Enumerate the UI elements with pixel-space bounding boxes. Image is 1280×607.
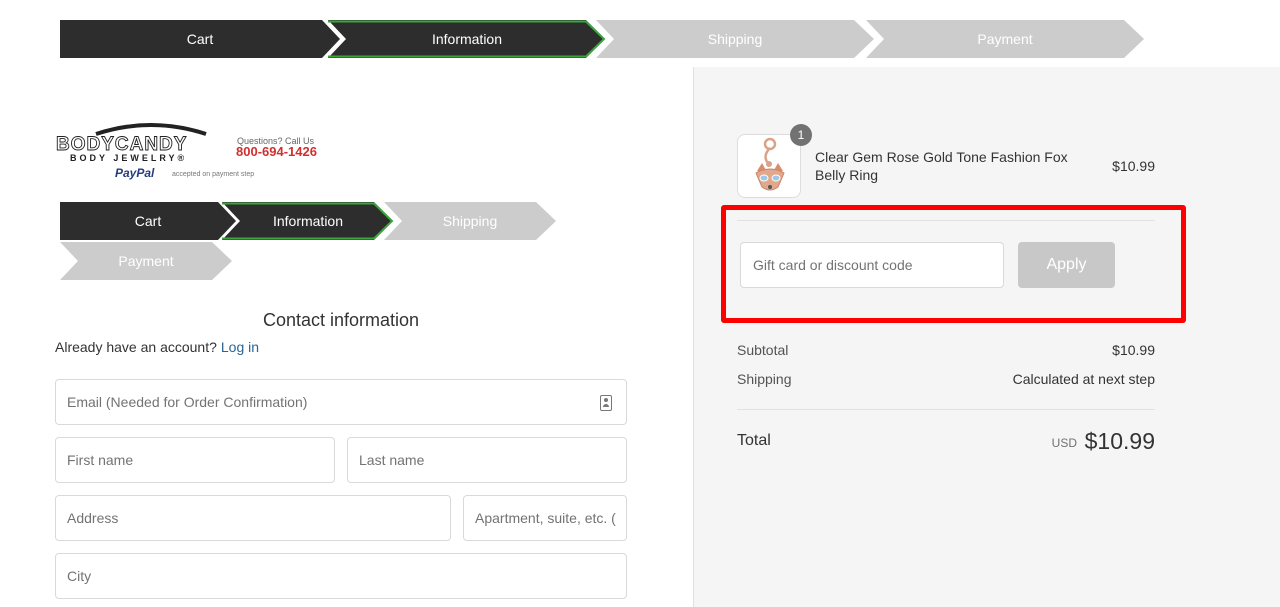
total-value: $10.99 xyxy=(1084,428,1155,454)
svg-text:PayPal: PayPal xyxy=(115,166,155,180)
logo-graphic: BODYCANDY BODY JEWELRY® Questions? Call … xyxy=(56,123,317,180)
subtotal-label: Subtotal xyxy=(737,342,789,358)
city-placeholder: City xyxy=(67,568,92,584)
breadcrumb-step-payment[interactable]: Payment xyxy=(866,20,1144,58)
checkout-page: Cart Information Shipping Payment BODYCA… xyxy=(0,0,1280,607)
summary-divider xyxy=(737,409,1155,410)
svg-text:800-694-1426: 800-694-1426 xyxy=(236,144,317,159)
breadcrumb-step-label: Information xyxy=(272,213,344,229)
breadcrumb-step-label: Shipping xyxy=(442,213,498,229)
breadcrumb-step-information[interactable]: Information xyxy=(328,20,606,58)
svg-text:accepted on payment step: accepted on payment step xyxy=(172,171,254,178)
bodycandy-logo[interactable]: BODYCANDY BODY JEWELRY® Questions? Call … xyxy=(56,122,331,182)
contact-title: Contact information xyxy=(262,310,420,330)
breadcrumb-step-label: Cart xyxy=(134,213,162,229)
breadcrumb-step-label: Payment xyxy=(118,253,174,269)
login-link[interactable]: Log in xyxy=(221,339,259,355)
contact-card-icon xyxy=(600,395,612,411)
email-placeholder: Email (Needed for Order Confirmation) xyxy=(67,394,308,410)
breadcrumb-step-cart[interactable]: Cart xyxy=(60,202,236,240)
product-price: $10.99 xyxy=(1112,158,1155,174)
breadcrumb-step-label: Payment xyxy=(977,31,1033,47)
product-name: Clear Gem Rose Gold Tone Fashion Fox Bel… xyxy=(815,149,1068,183)
highlight-box xyxy=(721,205,1186,323)
last-name-field[interactable]: Last name xyxy=(347,437,627,483)
breadcrumb-step-label: Shipping xyxy=(707,31,763,47)
subtotal-value: $10.99 xyxy=(1112,342,1155,358)
breadcrumb-step-label: Cart xyxy=(186,31,214,47)
last-name-placeholder: Last name xyxy=(359,452,425,468)
breadcrumb-step-shipping[interactable]: Shipping xyxy=(596,20,874,58)
shipping-label: Shipping xyxy=(737,371,792,387)
apartment-placeholder: Apartment, suite, etc. ( xyxy=(475,510,616,526)
svg-text:BODYCANDY: BODYCANDY xyxy=(56,134,187,155)
total-label: Total xyxy=(737,432,771,449)
first-name-field[interactable]: First name xyxy=(55,437,335,483)
breadcrumb-step-information[interactable]: Information xyxy=(222,202,394,240)
breadcrumb-step-shipping[interactable]: Shipping xyxy=(384,202,556,240)
account-prompt: Already have an account? Log in xyxy=(55,339,259,355)
shipping-value: Calculated at next step xyxy=(1012,371,1155,387)
email-field[interactable]: Email (Needed for Order Confirmation) xyxy=(55,379,627,425)
breadcrumb-top: Cart Information Shipping Payment xyxy=(60,20,1150,58)
product-thumbnail: 1 xyxy=(737,124,812,198)
apartment-field[interactable]: Apartment, suite, etc. ( xyxy=(463,495,627,541)
address-field[interactable]: Address xyxy=(55,495,451,541)
breadcrumb-step-payment[interactable]: Payment xyxy=(60,242,232,280)
breadcrumb-step-cart[interactable]: Cart xyxy=(60,20,340,58)
first-name-placeholder: First name xyxy=(67,452,134,468)
total-currency: USD xyxy=(1051,436,1077,450)
account-prompt-text: Already have an account? xyxy=(55,339,217,355)
fox-belly-ring-image xyxy=(755,137,785,191)
address-placeholder: Address xyxy=(67,510,119,526)
breadcrumb-step-label: Information xyxy=(431,31,503,47)
city-field[interactable]: City xyxy=(55,553,627,599)
quantity-badge: 1 xyxy=(790,124,812,146)
svg-text:BODY JEWELRY®: BODY JEWELRY® xyxy=(70,153,187,163)
